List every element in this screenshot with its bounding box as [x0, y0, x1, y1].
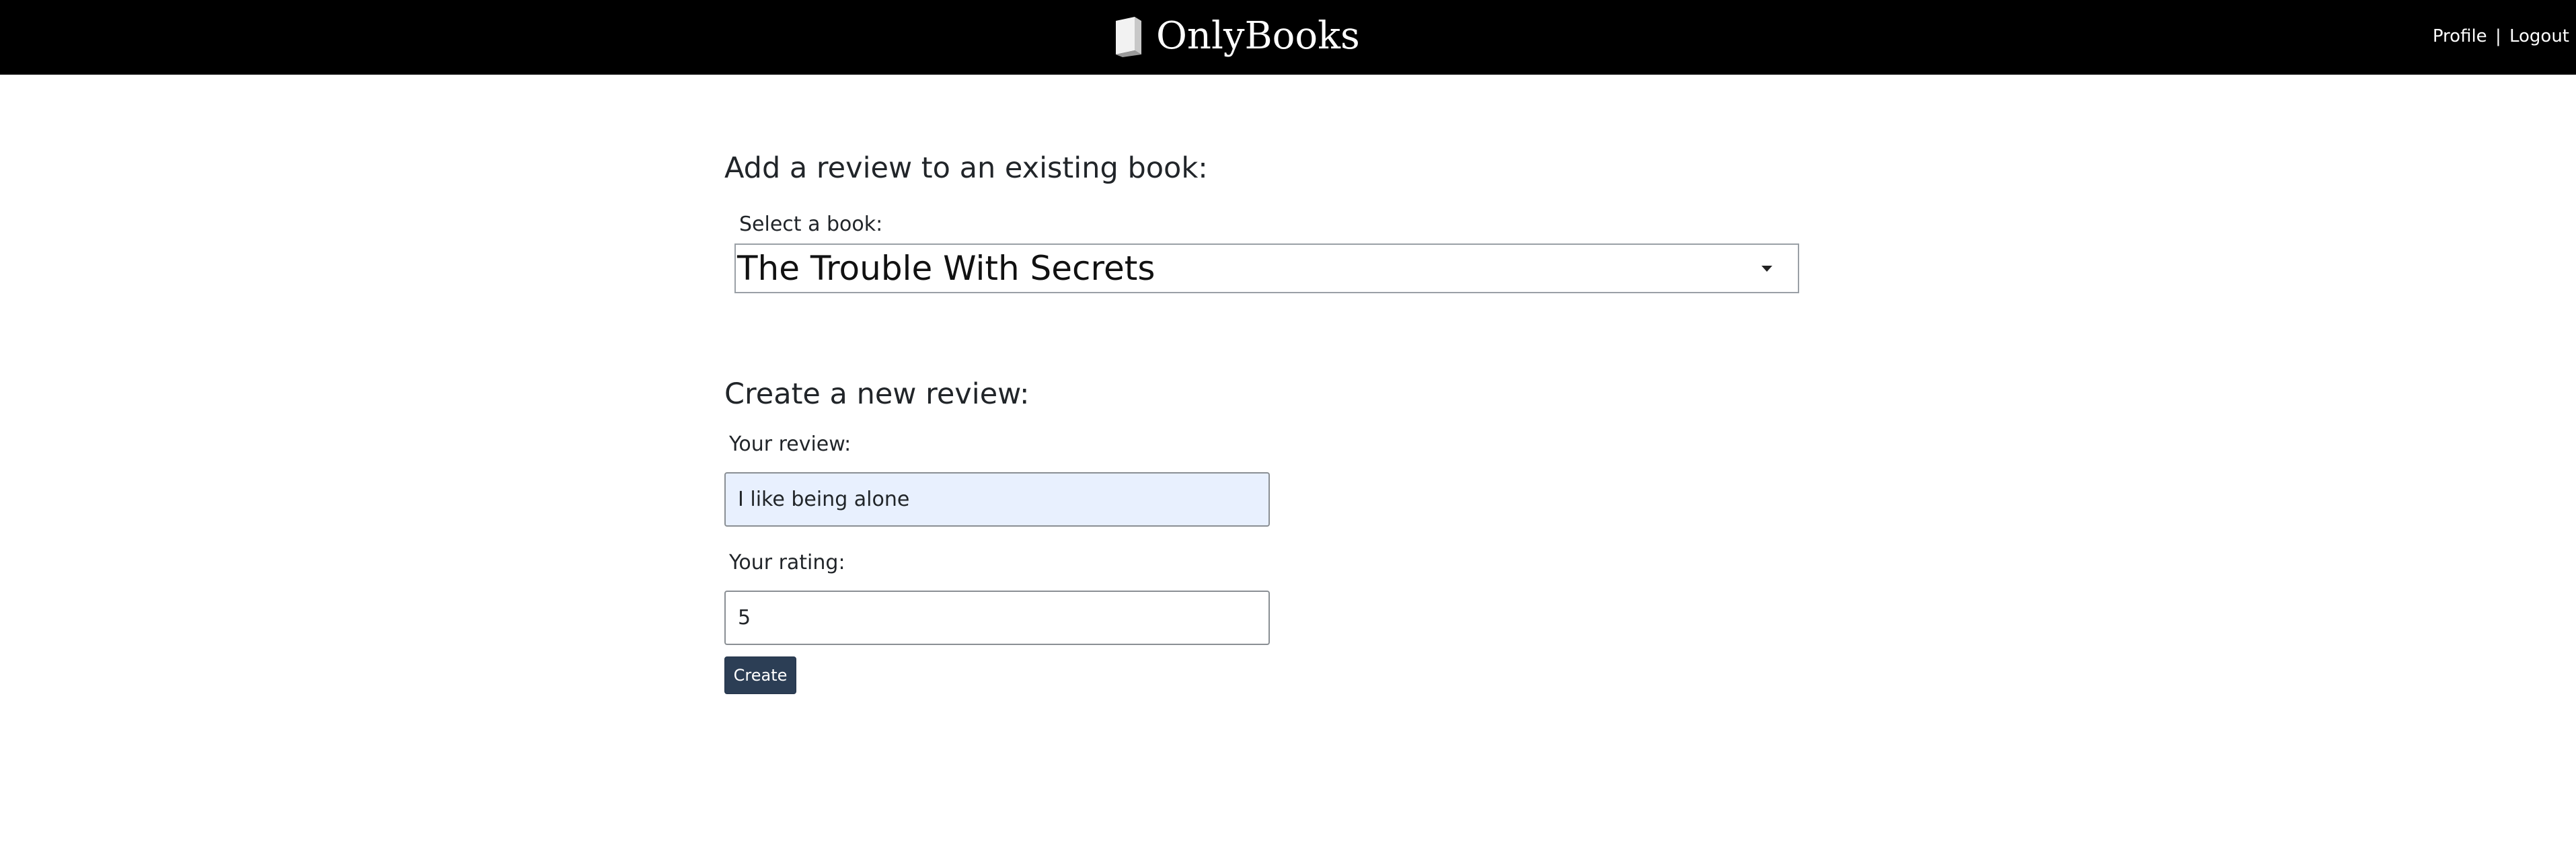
top-navbar: OnlyBooks Profile | Logout — [0, 0, 2576, 75]
existing-book-heading: Add a review to an existing book: — [724, 151, 1208, 185]
profile-link[interactable]: Profile — [2433, 26, 2487, 46]
review-input[interactable]: I like being alone — [724, 472, 1270, 527]
caret-down-icon — [1761, 265, 1772, 272]
book-select[interactable]: The Trouble With Secrets — [734, 243, 1799, 293]
selected-book: The Trouble With Secrets — [737, 249, 1156, 288]
review-label: Your review: — [729, 432, 851, 456]
new-review-heading: Create a new review: — [724, 377, 1030, 411]
rating-input-value: 5 — [738, 606, 751, 630]
nav-separator: | — [2495, 26, 2501, 46]
logout-link[interactable]: Logout — [2509, 26, 2569, 46]
book-icon — [1116, 17, 1141, 57]
brand-logo[interactable]: OnlyBooks — [1114, 9, 1360, 63]
review-input-value: I like being alone — [738, 488, 910, 511]
select-book-label: Select a book: — [739, 213, 883, 236]
create-button[interactable]: Create — [724, 656, 796, 694]
user-nav: Profile | Logout — [2433, 23, 2569, 50]
rating-input[interactable]: 5 — [724, 591, 1270, 645]
rating-label: Your rating: — [729, 551, 845, 574]
brand-name: OnlyBooks — [1156, 14, 1360, 58]
